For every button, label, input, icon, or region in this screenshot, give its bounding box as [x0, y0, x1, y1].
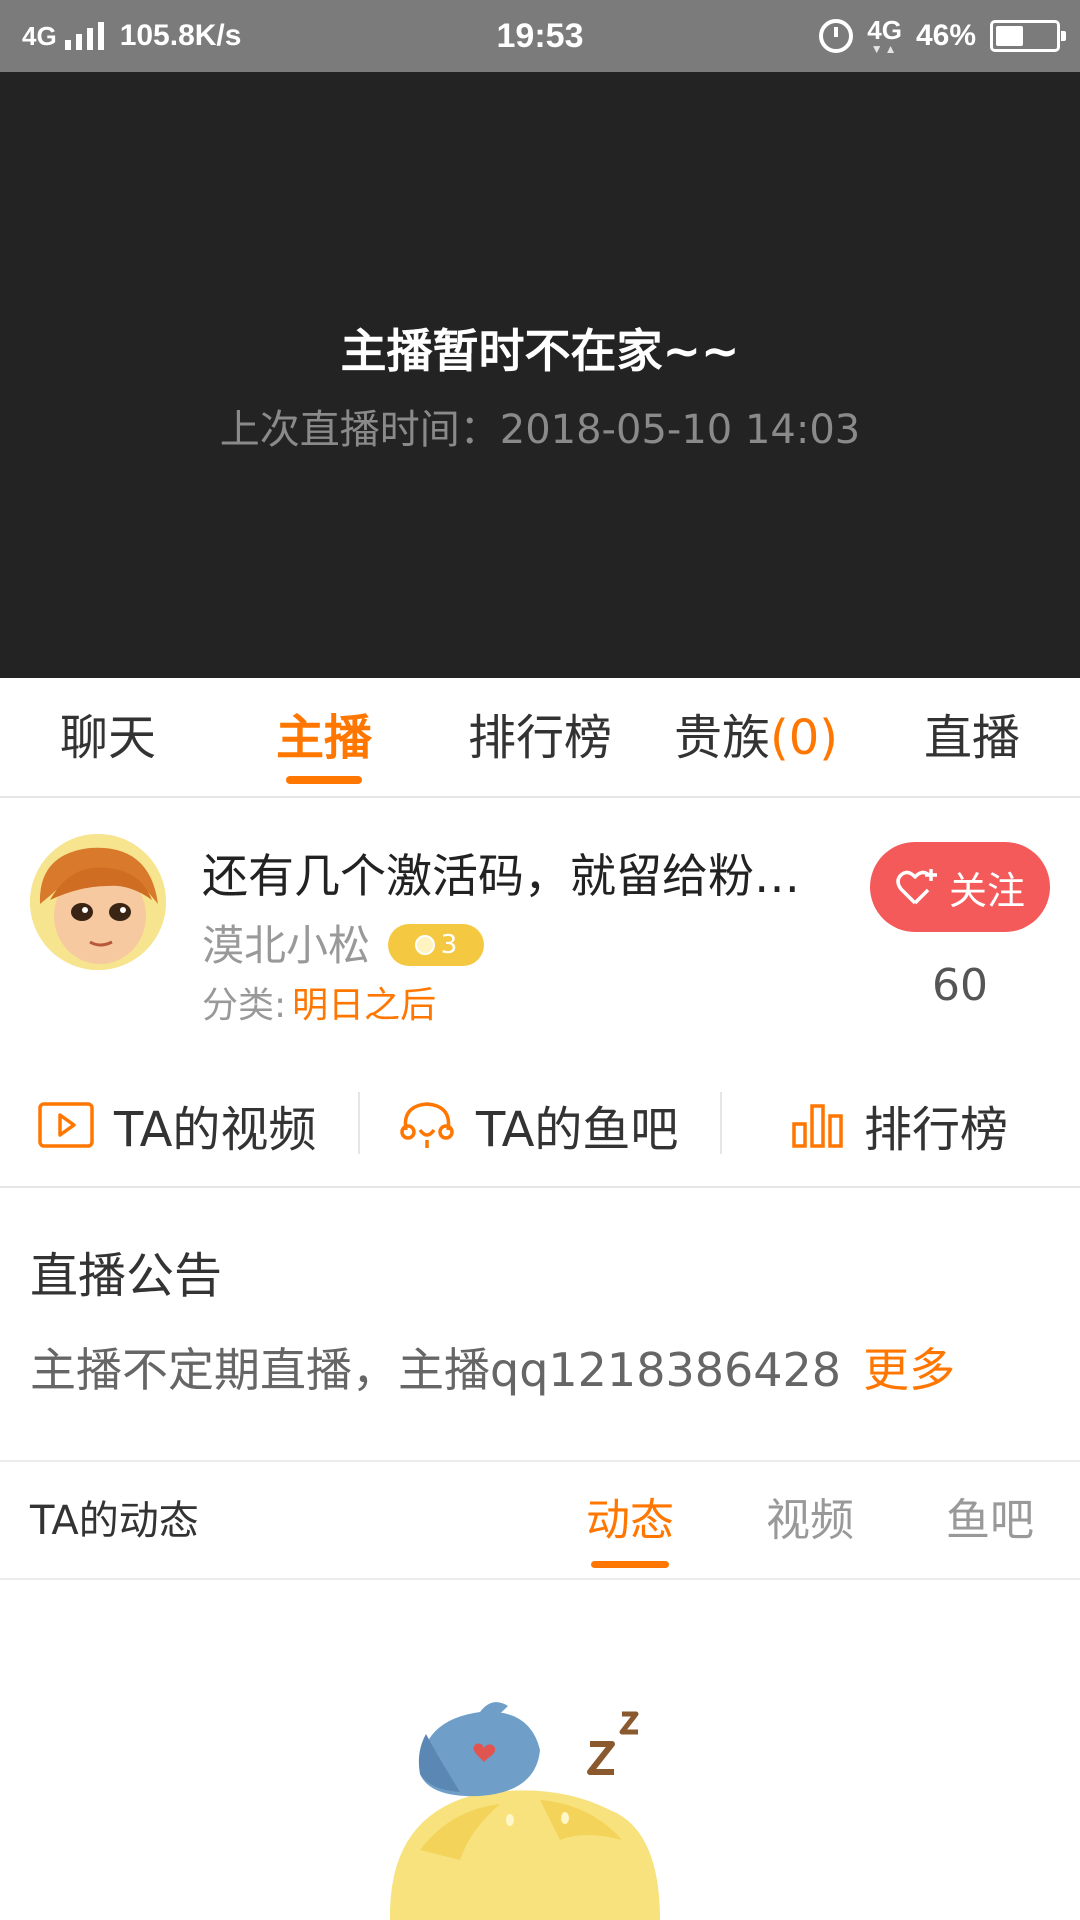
notice-text: 主播不定期直播，主播qq1218386428 [30, 1343, 842, 1397]
alarm-icon [819, 19, 854, 53]
notice-body: 主播不定期直播，主播qq1218386428 更多 [30, 1334, 955, 1400]
offline-title: 主播暂时不在家~~ [340, 324, 740, 378]
avatar-image [30, 834, 166, 970]
screen: 4G 105.8K/s 19:53 4G ▼▲ 46% 主播暂时不在家~~ 上次… [0, 0, 1080, 1920]
tab-ranking[interactable]: 排行榜 [432, 678, 648, 796]
battery-percent: 46% [915, 19, 976, 52]
battery-icon [990, 20, 1066, 52]
tab-anchor-label: 主播 [275, 710, 372, 766]
network-type-right: 4G [867, 15, 902, 45]
video-icon [38, 1102, 94, 1148]
level-value: 3 [440, 930, 458, 960]
activity-tab-dynamics[interactable]: 动态 [570, 1462, 690, 1580]
ranking-link[interactable]: 排行榜 [792, 1062, 1008, 1188]
status-bar: 4G 105.8K/s 19:53 4G ▼▲ 46% [0, 0, 1080, 72]
level-badge: 3 [388, 924, 484, 966]
room-tabs: 聊天 主播 排行榜 贵族(0) 直播 [0, 678, 1080, 798]
tab-anchor[interactable]: 主播 [216, 678, 432, 796]
notice-title: 直播公告 [30, 1248, 223, 1304]
tab-live[interactable]: 直播 [864, 678, 1080, 796]
activity-title: TA的动态 [30, 1498, 199, 1544]
anchor-info: 还有几个激活码，就留给粉… 漠北小松 3 分类: 明日之后 关注 60 [0, 800, 1080, 1050]
activity-tab-label: 鱼吧 [946, 1495, 1034, 1546]
fishbar-icon [400, 1102, 454, 1148]
activity-tab-label: 视频 [766, 1495, 854, 1546]
category-label: 分类: [202, 985, 287, 1026]
network-indicator: 4G ▼▲ [867, 17, 902, 55]
category-value[interactable]: 明日之后 [292, 985, 436, 1026]
fishbar-label: TA的鱼吧 [476, 1102, 679, 1158]
ranking-label: 排行榜 [864, 1102, 1009, 1158]
tab-noble-label: 贵族 [673, 710, 770, 766]
tab-live-label: 直播 [923, 710, 1020, 766]
microphone-icon [414, 935, 435, 955]
follower-count: 60 [932, 960, 988, 1011]
live-notice: 直播公告 主播不定期直播，主播qq1218386428 更多 [0, 1190, 1080, 1462]
status-right: 4G ▼▲ 46% [819, 0, 1066, 72]
last-live-time: 上次直播时间：2018-05-10 14:03 [219, 407, 861, 453]
bar-chart-icon [792, 1104, 843, 1148]
active-tab-indicator [286, 776, 362, 784]
notice-more-link[interactable]: 更多 [863, 1343, 955, 1397]
heart-plus-icon [896, 869, 937, 905]
divider [720, 1092, 722, 1154]
videos-link[interactable]: TA的视频 [38, 1062, 316, 1188]
category: 分类: 明日之后 [202, 976, 436, 1028]
follow-button[interactable]: 关注 [870, 842, 1050, 932]
videos-label: TA的视频 [114, 1102, 317, 1158]
follow-label: 关注 [948, 868, 1025, 913]
avatar[interactable] [30, 834, 166, 970]
activity-tab-label: 动态 [586, 1495, 674, 1546]
video-player[interactable]: 主播暂时不在家~~ 上次直播时间：2018-05-10 14:03 [0, 72, 1080, 678]
room-title: 还有几个激活码，就留给粉… [202, 849, 800, 903]
sleeping-mascot-illustration [389, 1702, 660, 1920]
data-arrows-icon: ▼▲ [870, 42, 899, 56]
fishbar-link[interactable]: TA的鱼吧 [398, 1062, 678, 1188]
active-tab-indicator [591, 1561, 669, 1568]
quick-links: TA的视频 TA的鱼吧 排行榜 [0, 1062, 1080, 1188]
tab-chat[interactable]: 聊天 [0, 678, 216, 796]
tab-chat-label: 聊天 [59, 710, 156, 766]
battery-fill [996, 26, 1023, 46]
tab-noble[interactable]: 贵族(0) [648, 678, 864, 796]
noble-count: (0) [770, 710, 838, 766]
activity-tab-videos[interactable]: 视频 [750, 1462, 870, 1580]
divider [358, 1092, 360, 1154]
tab-ranking-label: 排行榜 [467, 710, 612, 766]
activity-tab-fishbar[interactable]: 鱼吧 [930, 1462, 1050, 1580]
anchor-name[interactable]: 漠北小松 [202, 912, 370, 973]
activity-header: TA的动态 动态 视频 鱼吧 [0, 1462, 1080, 1580]
